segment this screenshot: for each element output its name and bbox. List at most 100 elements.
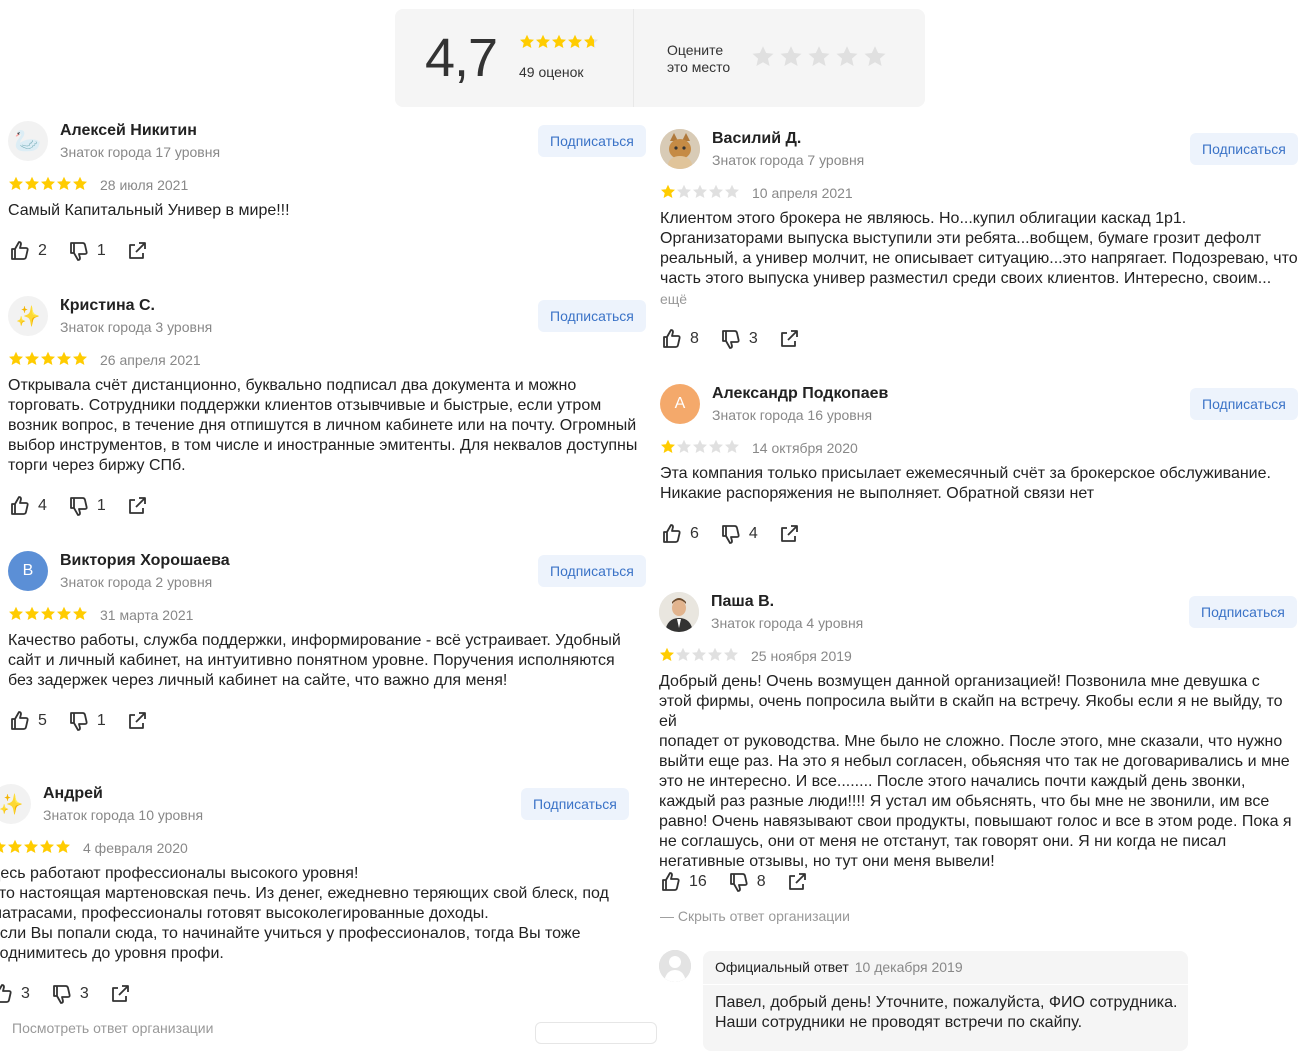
share-button[interactable] [786,871,816,893]
subscribe-button[interactable]: Подписаться [538,555,646,587]
review-actions: 21 [8,240,176,262]
like-button[interactable]: 6 [660,523,699,545]
author-name[interactable]: Алексей Никитин [60,122,197,140]
star-icon [709,439,723,453]
official-reply: Официальный ответ 10 декабря 2019 Павел, … [703,951,1188,1051]
subscribe-button[interactable]: Подписаться [1190,133,1298,165]
avatar[interactable]: А [660,384,700,424]
review-card: Паша В. Знаток города 4 уровня Подписать… [659,592,1299,932]
like-button[interactable]: 2 [8,240,47,262]
review-stars [8,351,88,367]
dislike-count: 1 [96,497,106,514]
review-actions: 33 [0,983,159,1005]
cat-photo-icon [660,129,700,169]
thumbs-up-icon [11,496,29,515]
star-icon [552,34,566,48]
dislike-button[interactable]: 1 [67,495,106,517]
dislike-button[interactable]: 4 [719,523,758,545]
thumbs-up-icon [662,872,680,891]
dislike-count: 3 [79,985,89,1002]
avatar[interactable] [660,129,700,169]
author-level: Знаток города 10 уровня [43,807,204,823]
review-stars [8,606,88,622]
star-icon [0,841,6,853]
avatar[interactable]: ✨ [0,784,31,824]
star-icon [56,839,70,853]
review-date: 31 марта 2021 [100,607,194,623]
star-icon [725,184,739,198]
thumbs-up-icon [11,241,29,260]
rating-value: 4,7 [425,28,498,88]
author-name[interactable]: Василий Д. [712,130,801,148]
review-actions: 51 [8,710,176,732]
rate-stars-input[interactable] [751,45,891,69]
star-icon [41,176,55,190]
rate-prompt: Оцените это место [667,42,730,76]
show-org-reply-link[interactable]: Посмотреть ответ организации [12,1020,213,1036]
review-date: 14 октября 2020 [752,440,858,456]
like-button[interactable]: 16 [659,871,707,893]
review-card: ✨ Кристина С. Знаток города 3 уровня Под… [8,296,648,526]
dislike-count: 4 [748,525,758,542]
thumbs-up-icon [663,524,681,543]
person-silhouette-icon [659,950,691,982]
like-button[interactable]: 5 [8,710,47,732]
rate-prompt-line: Оцените [667,42,724,58]
avatar[interactable] [659,592,699,632]
dislike-button[interactable]: 3 [50,983,89,1005]
subscribe-button[interactable]: Подписаться [538,125,646,157]
author-name[interactable]: Виктория Хорошаева [60,552,230,570]
subscribe-button[interactable]: Подписаться [1190,388,1298,420]
star-icon [676,647,690,661]
dislike-count: 3 [748,330,758,347]
avatar-letter: А [674,395,686,412]
share-button[interactable] [778,328,808,350]
author-name[interactable]: Кристина С. [60,297,155,315]
star-icon [25,351,39,365]
subscribe-button[interactable]: Подписаться [538,300,646,332]
thumbs-down-icon [70,242,88,261]
star-icon [73,351,87,365]
share-button[interactable] [126,495,156,517]
share-button[interactable] [126,710,156,732]
official-reply-date: 10 декабря 2019 [854,959,963,975]
avatar[interactable]: ✨ [8,296,48,336]
avatar[interactable]: В [8,551,48,591]
hide-org-reply-link[interactable]: — Скрыть ответ организации [660,908,850,924]
sparkles-icon: ✨ [0,793,24,816]
author-level: Знаток города 3 уровня [60,319,213,335]
share-button[interactable] [126,240,156,262]
dislike-button[interactable]: 3 [719,328,758,350]
avatar[interactable]: 🦢 [8,121,48,161]
star-icon [24,839,38,853]
star-icon [25,176,39,190]
show-more-link[interactable]: ещё [660,291,687,307]
like-count: 2 [38,242,47,259]
star-icon [40,839,54,853]
like-button[interactable]: 4 [8,495,47,517]
star-icon [73,606,87,620]
review-stars [0,839,71,855]
author-name[interactable]: Андрей [43,785,103,803]
author-name[interactable]: Паша В. [711,593,774,611]
star-icon [660,647,674,661]
review-stars [8,176,88,192]
thumbs-up-icon [663,329,681,348]
review-card: А Александр Подкопаев Знаток города 16 у… [660,384,1300,554]
dislike-button[interactable]: 8 [727,871,766,893]
dislike-count: 8 [756,873,766,890]
like-button[interactable]: 3 [0,983,30,1005]
share-button[interactable] [778,523,808,545]
share-button[interactable] [109,983,139,1005]
like-count: 3 [21,985,30,1002]
star-icon [725,439,739,453]
dislike-button[interactable]: 1 [67,240,106,262]
review-date: 25 ноября 2019 [751,648,852,664]
like-button[interactable]: 8 [660,328,699,350]
author-name[interactable]: Александр Подкопаев [712,385,888,403]
star-icon [808,46,830,66]
star-icon [73,176,87,190]
subscribe-button[interactable]: Подписаться [521,788,629,820]
subscribe-button[interactable]: Подписаться [1189,596,1297,628]
dislike-button[interactable]: 1 [67,710,106,732]
